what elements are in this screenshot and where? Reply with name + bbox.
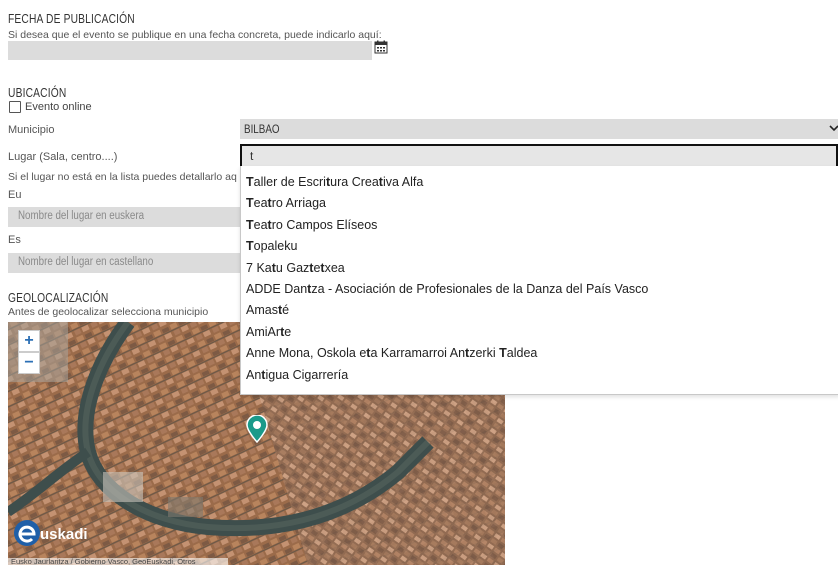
eu-place-input[interactable]: Nombre del lugar en euskera bbox=[8, 207, 240, 227]
es-label: Es bbox=[8, 234, 21, 246]
lugar-note: Si el lugar no está en la lista puedes d… bbox=[8, 171, 237, 183]
lugar-value: t bbox=[250, 149, 254, 163]
eu-placeholder: Nombre del lugar en euskera bbox=[18, 210, 145, 222]
es-place-input[interactable]: Nombre del lugar en castellano bbox=[8, 253, 240, 273]
online-checkbox[interactable] bbox=[9, 101, 21, 113]
municipio-value: BILBAO bbox=[244, 122, 280, 136]
autocomplete-option[interactable]: Antigua Cigarrería bbox=[246, 368, 348, 382]
eu-label: Eu bbox=[8, 189, 22, 201]
zoom-in-button[interactable]: + bbox=[18, 330, 40, 352]
autocomplete-option[interactable]: Teatro Arriaga bbox=[246, 196, 326, 210]
autocomplete-option[interactable]: Anne Mona, Oskola eta Karramarroi Antzer… bbox=[246, 346, 537, 360]
euskadi-logo-text: uskadi bbox=[40, 526, 88, 543]
fecha-title: FECHA DE PUBLICACIÓN bbox=[8, 12, 135, 26]
lugar-label: Lugar (Sala, centro....) bbox=[8, 151, 118, 163]
autocomplete-option[interactable]: 7 Katu Gaztetxea bbox=[246, 261, 345, 275]
lugar-input[interactable]: t bbox=[240, 144, 838, 168]
fecha-input[interactable] bbox=[8, 41, 372, 60]
autocomplete-option[interactable]: Topaleku bbox=[246, 239, 297, 253]
calendar-icon[interactable] bbox=[374, 40, 388, 54]
map-pin-icon[interactable] bbox=[245, 414, 269, 444]
online-label: Evento online bbox=[25, 101, 92, 113]
es-placeholder: Nombre del lugar en castellano bbox=[18, 256, 154, 268]
autocomplete-option[interactable]: ADDE Dantza - Asociación de Profesionale… bbox=[246, 282, 648, 296]
autocomplete-option[interactable]: Teatro Campos Elíseos bbox=[246, 218, 377, 232]
municipio-select[interactable]: BILBAO bbox=[240, 119, 838, 139]
map-attribution: Eusko Jaurlaritza / Gobierno Vasco, GeoE… bbox=[11, 557, 196, 565]
zoom-out-button[interactable]: − bbox=[18, 352, 40, 374]
autocomplete-option[interactable]: Taller de Escritura Creativa Alfa bbox=[246, 175, 423, 189]
chevron-down-icon bbox=[829, 121, 838, 135]
euskadi-logo: uskadi bbox=[12, 518, 92, 550]
autocomplete-option[interactable]: AmiArte bbox=[246, 325, 291, 339]
autocomplete-dropdown: Taller de Escritura Creativa Alfa Teatro … bbox=[240, 166, 838, 395]
fecha-help: Si desea que el evento se publique en un… bbox=[8, 29, 382, 41]
ubicacion-title: UBICACIÓN bbox=[8, 86, 67, 100]
geo-title: GEOLOCALIZACIÓN bbox=[8, 291, 109, 305]
autocomplete-option[interactable]: Amasté bbox=[246, 303, 289, 317]
geo-help: Antes de geolocalizar selecciona municip… bbox=[8, 306, 209, 318]
municipio-label: Municipio bbox=[8, 124, 55, 136]
